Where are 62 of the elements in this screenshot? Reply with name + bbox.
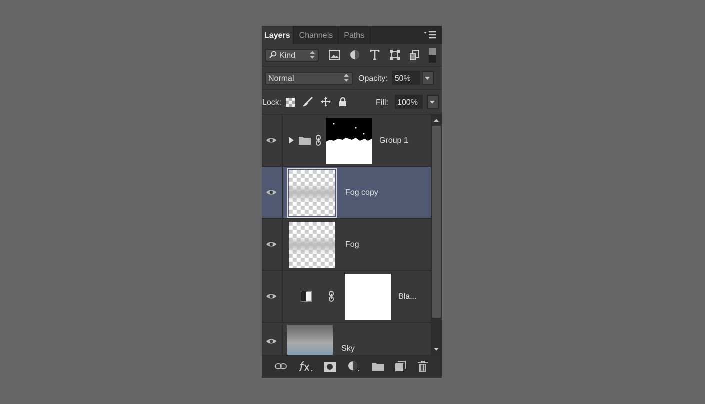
layer-name: Group 1: [380, 136, 408, 145]
smart-object-icon[interactable]: [410, 50, 420, 60]
updown-icon: [310, 51, 314, 59]
layer-thumbnail: [288, 170, 334, 216]
blend-mode-dropdown[interactable]: Normal: [264, 72, 352, 84]
move-icon[interactable]: [320, 97, 331, 107]
scrollbar[interactable]: [430, 115, 442, 355]
filter-toggle[interactable]: [428, 48, 436, 62]
eye-icon[interactable]: [266, 338, 277, 344]
layer-row[interactable]: Fog copy: [262, 167, 430, 219]
new-layer-icon[interactable]: [395, 361, 406, 372]
link-icon[interactable]: [316, 135, 320, 146]
opacity-field[interactable]: 50%: [392, 71, 420, 85]
half-circle-icon[interactable]: [350, 50, 360, 60]
folder-icon: [298, 136, 310, 145]
scrollbar-thumb[interactable]: [432, 126, 440, 318]
fill-field[interactable]: 100%: [394, 95, 422, 109]
brush-icon[interactable]: [302, 97, 313, 107]
layer-row[interactable]: Group 1: [262, 115, 430, 167]
expand-icon[interactable]: [288, 137, 294, 144]
type-icon[interactable]: [370, 50, 380, 60]
mask-thumbnail: [344, 274, 390, 320]
adjustment-layer-icon: [300, 291, 312, 302]
link-icon[interactable]: [328, 291, 334, 302]
mask-thumbnail: [326, 118, 372, 164]
panel-menu-icon[interactable]: [424, 31, 436, 39]
layer-name: Fog: [346, 240, 360, 249]
checker-icon[interactable]: [286, 98, 295, 106]
eye-icon[interactable]: [266, 241, 277, 248]
layer-name: Sky: [342, 344, 355, 354]
eye-icon[interactable]: [266, 137, 277, 144]
search-icon: [268, 51, 276, 59]
link-icon[interactable]: [275, 363, 288, 370]
eye-icon[interactable]: [266, 189, 277, 196]
panel-tab[interactable]: Layers: [262, 26, 294, 44]
fill-dropdown-button[interactable]: [426, 95, 438, 109]
caret-icon: [425, 76, 430, 80]
half-circle-icon[interactable]: [348, 361, 360, 372]
updown-icon: [344, 74, 348, 82]
layer-row[interactable]: Sky: [262, 323, 430, 355]
opacity-dropdown-button[interactable]: [422, 71, 434, 85]
scroll-down-icon[interactable]: [434, 348, 438, 351]
fill-label: Fill:: [376, 98, 388, 106]
filter-dropdown[interactable]: Kind: [264, 48, 318, 62]
lock-label: Lock:: [262, 98, 282, 106]
scroll-up-icon[interactable]: [434, 119, 438, 122]
eye-icon[interactable]: [266, 293, 277, 300]
opacity-label: Opacity:: [358, 74, 388, 82]
image-icon[interactable]: [328, 50, 340, 60]
layer-row[interactable]: Fog: [262, 219, 430, 271]
folder-icon[interactable]: [372, 362, 384, 371]
caret-icon: [430, 100, 435, 104]
trash-icon[interactable]: [418, 361, 428, 372]
layer-thumbnail: [288, 222, 334, 268]
transform-icon[interactable]: [390, 50, 400, 60]
layer-row[interactable]: Bla...: [262, 271, 430, 323]
layer-name: Bla...: [398, 292, 417, 301]
layer-name: Fog copy: [346, 188, 378, 197]
fx-icon[interactable]: [298, 361, 313, 372]
lock-icon[interactable]: [338, 97, 347, 107]
mask-icon[interactable]: [324, 362, 336, 372]
filter-label: Kind: [280, 50, 296, 60]
